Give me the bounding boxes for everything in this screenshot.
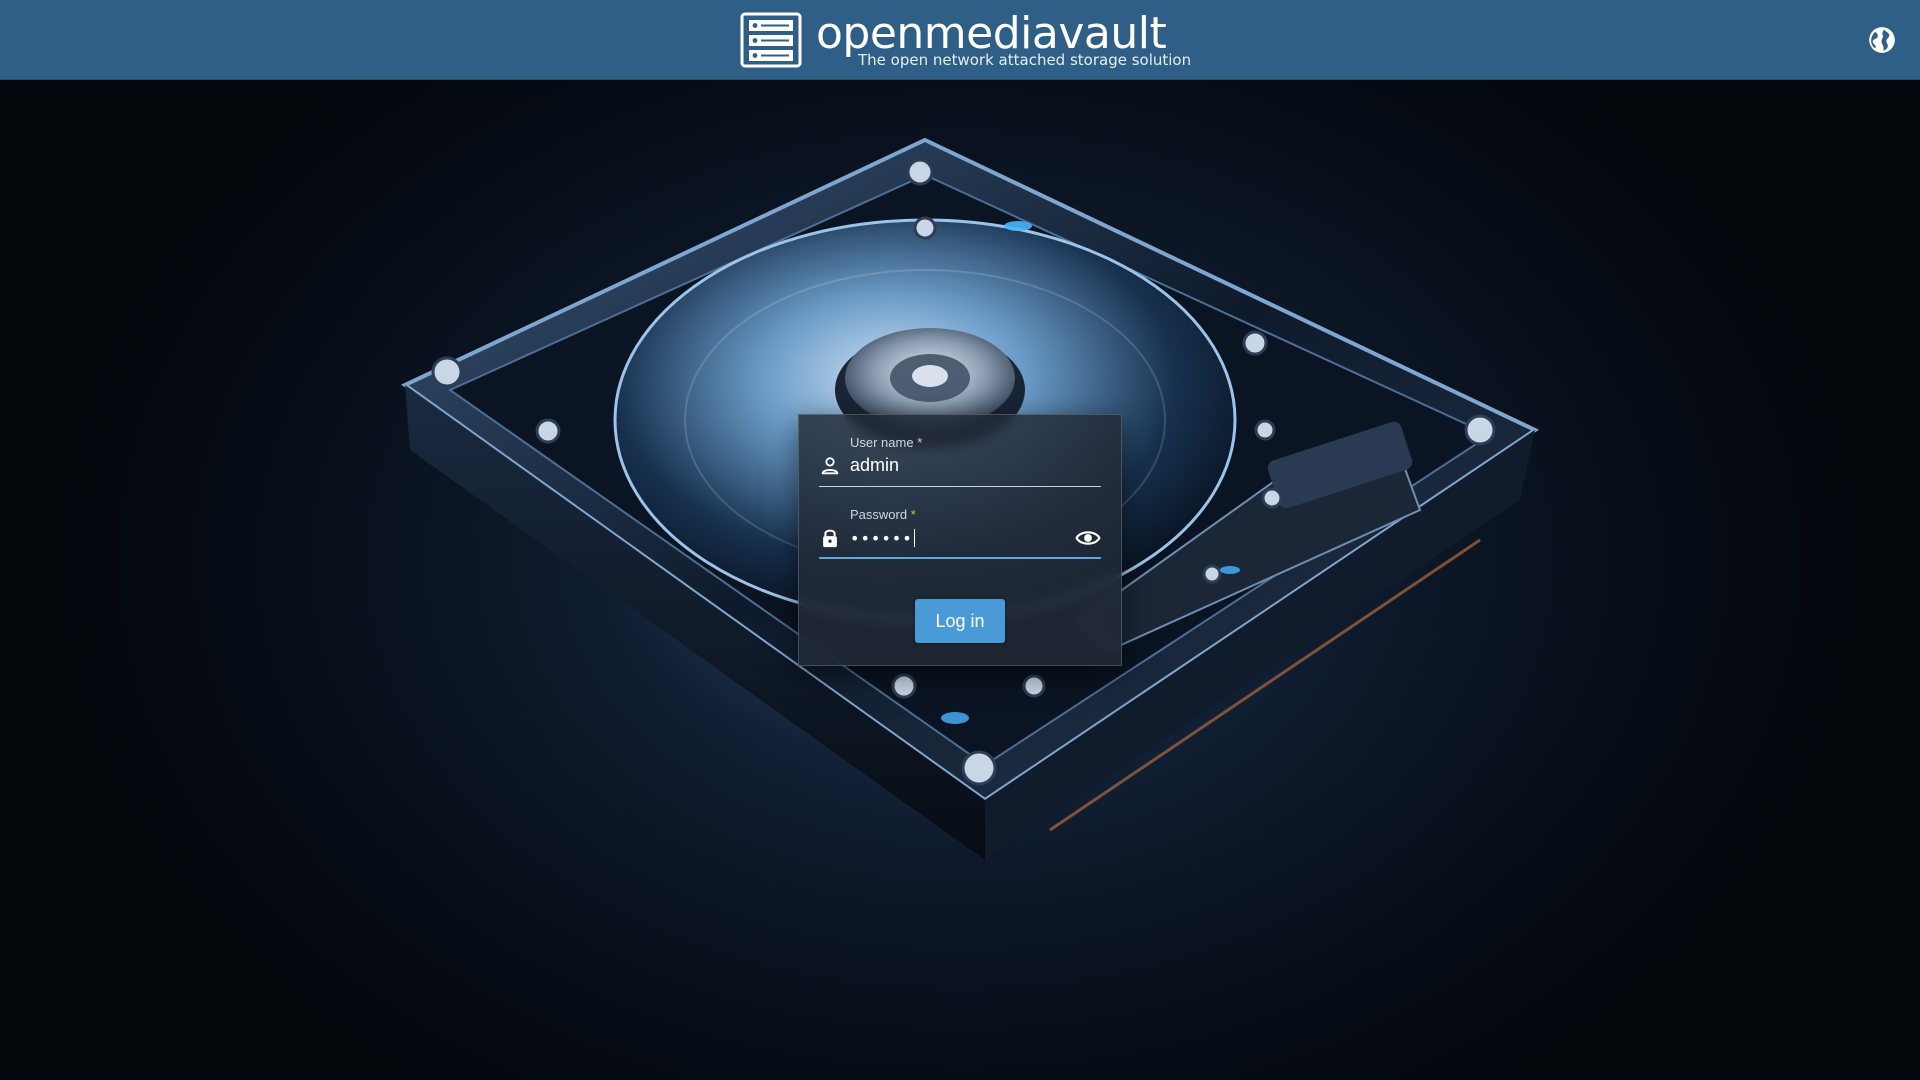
password-underline [819,557,1101,559]
password-label-text: Password [850,507,908,522]
login-button[interactable]: Log in [915,599,1005,643]
username-label-text: User name [850,435,914,450]
user-icon [821,457,839,475]
server-logo-icon [740,12,802,68]
username-field: User name * [819,429,1101,487]
password-required-marker: * [910,507,916,522]
username-label: User name * [850,435,922,450]
login-form: User name * Password * •••••• Log in [798,414,1122,666]
top-bar: openmediavault The open network attached… [0,0,1920,80]
username-underline [819,486,1101,487]
globe-icon[interactable] [1868,26,1896,54]
password-input[interactable]: •••••• [850,529,915,548]
lock-icon [823,529,837,548]
username-required-marker: * [917,435,923,450]
eye-icon[interactable] [1075,525,1101,551]
brand: openmediavault The open network attached… [740,8,1192,70]
text-caret [913,529,915,547]
password-field: Password * •••••• [819,501,1101,559]
brand-tagline: The open network attached storage soluti… [858,51,1192,69]
username-input[interactable] [850,453,1060,477]
password-label: Password * [850,507,916,522]
password-masked-value: •••••• [850,529,913,548]
